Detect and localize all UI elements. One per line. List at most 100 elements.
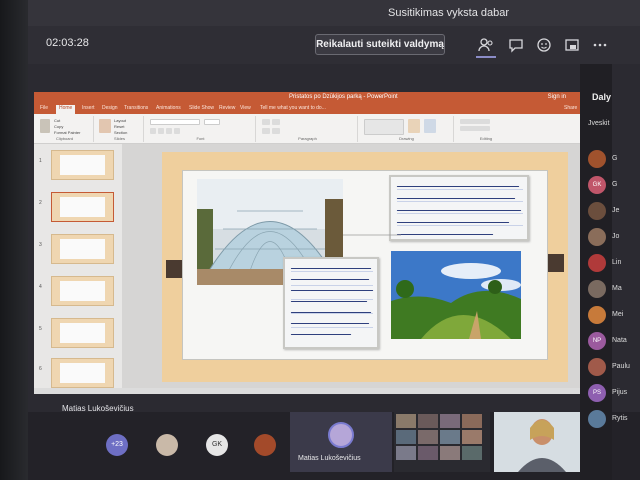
align-left-icon[interactable] <box>262 128 270 134</box>
participant-list-avatar[interactable] <box>588 150 606 168</box>
slide-number: 2 <box>39 200 42 206</box>
participant-avatar-gk[interactable]: GK <box>206 434 228 456</box>
tell-me-box[interactable]: Tell me what you want to do... <box>260 105 326 111</box>
participant-list-name: Paulu <box>612 363 630 370</box>
share-tray-icon[interactable] <box>564 37 580 53</box>
participant-avatar[interactable] <box>156 434 178 456</box>
slide-number: 1 <box>39 158 42 164</box>
participant-search-input[interactable]: Jveskit <box>588 120 609 127</box>
photo-green-hills[interactable] <box>391 251 521 339</box>
font-name-select[interactable] <box>150 119 200 125</box>
tab-insert[interactable]: Insert <box>82 105 95 111</box>
participant-list-avatar[interactable]: GK <box>588 176 606 194</box>
copy-button[interactable]: Copy <box>54 124 63 129</box>
slide-thumbnail[interactable] <box>51 234 114 264</box>
bold-icon[interactable] <box>150 128 156 134</box>
cut-button[interactable]: Cut <box>54 118 60 123</box>
ppt-title-bar: Pristatos po Dzūkijos parką - PowerPoint… <box>34 92 606 104</box>
handwritten-note-top[interactable] <box>389 175 529 241</box>
participant-list-name: G <box>612 155 618 162</box>
tab-review[interactable]: Review <box>219 105 235 111</box>
gallery-video-tile[interactable] <box>394 412 490 472</box>
new-slide-icon[interactable] <box>99 119 111 133</box>
tile-participant-name: Matias Lukoševičius <box>298 455 361 462</box>
ppt-status-bar <box>34 388 606 394</box>
numbering-icon[interactable] <box>272 119 280 125</box>
participant-list-name: Nata <box>612 337 627 344</box>
arrange-icon[interactable] <box>408 119 420 133</box>
ribbon-group-editing: Editing <box>456 116 516 142</box>
layout-button[interactable]: Layout <box>114 118 126 123</box>
quick-styles-icon[interactable] <box>424 119 436 133</box>
ribbon-group-slides: Layout Reset Section Slides <box>96 116 144 142</box>
paste-icon[interactable] <box>40 119 50 133</box>
participant-list-avatar[interactable] <box>588 254 606 272</box>
tab-design[interactable]: Design <box>102 105 118 111</box>
ppt-share-button[interactable]: Share <box>564 105 577 111</box>
handwritten-note-center[interactable] <box>283 257 379 349</box>
ribbon-group-drawing: Drawing <box>360 116 454 142</box>
ppt-sign-in[interactable]: Sign in <box>548 94 566 100</box>
strikethrough-icon[interactable] <box>174 128 180 134</box>
webcam-video-tile[interactable] <box>494 412 590 472</box>
participant-list-avatar[interactable] <box>588 306 606 324</box>
reset-button[interactable]: Reset <box>114 124 124 129</box>
tab-animations[interactable]: Animations <box>156 105 181 111</box>
participant-list-avatar[interactable] <box>588 280 606 298</box>
tab-slide-show[interactable]: Slide Show <box>189 105 214 111</box>
participant-list-name: Ma <box>612 285 622 292</box>
tab-file[interactable]: File <box>40 105 48 111</box>
slide-content-frame <box>182 170 548 360</box>
underline-icon[interactable] <box>166 128 172 134</box>
people-icon[interactable] <box>476 37 496 58</box>
participant-list-avatar[interactable]: NP <box>588 332 606 350</box>
request-control-button[interactable]: Reikalauti suteikti valdymą <box>315 34 445 55</box>
tab-view[interactable]: View <box>240 105 251 111</box>
find-button[interactable] <box>460 119 490 124</box>
shapes-gallery[interactable] <box>364 119 404 135</box>
meeting-status-title: Susitikimas vyksta dabar <box>388 7 510 19</box>
reactions-icon[interactable] <box>536 37 552 53</box>
replace-button[interactable] <box>460 126 490 131</box>
slide-number: 5 <box>39 326 42 332</box>
participant-list-avatar[interactable]: PS <box>588 384 606 402</box>
slide-thumbnail[interactable] <box>51 318 114 348</box>
slide-thumbnail[interactable] <box>51 150 114 180</box>
tab-home[interactable]: Home <box>56 105 76 114</box>
slide-thumbnail[interactable] <box>51 276 114 306</box>
more-options-icon[interactable] <box>592 37 608 53</box>
ppt-ribbon-tabs: File Home Insert Design Transitions Anim… <box>34 104 606 114</box>
slide-number: 6 <box>39 366 42 372</box>
slide-thumbnail[interactable] <box>51 358 114 388</box>
slide-editing-canvas <box>122 144 606 388</box>
format-painter-button[interactable]: Format Painter <box>54 130 80 135</box>
ribbon-group-label: Editing <box>479 136 493 141</box>
chat-icon[interactable] <box>508 37 524 53</box>
ribbon-group-clipboard: Cut Copy Format Painter Clipboard <box>36 116 94 142</box>
active-speaker-tile[interactable]: Matias Lukoševičius <box>290 412 392 472</box>
participant-list-name: Lin <box>612 259 622 266</box>
participant-list-avatar[interactable] <box>588 410 606 428</box>
participant-list-avatar[interactable] <box>588 358 606 376</box>
bullets-icon[interactable] <box>262 119 270 125</box>
participant-list-name: Pijus <box>612 389 628 396</box>
slide-thumbnail-selected[interactable] <box>51 192 114 222</box>
teams-window: Susitikimas vyksta dabar 02:03:28 Reikal… <box>28 0 640 480</box>
current-slide[interactable] <box>162 152 568 382</box>
shared-screen: Pristatos po Dzūkijos parką - PowerPoint… <box>34 92 606 394</box>
ribbon-group-font: Font <box>146 116 256 142</box>
tab-transitions[interactable]: Transitions <box>124 105 148 111</box>
slide-thumbnail-pane: 1 2 3 4 5 6 <box>34 144 122 388</box>
font-size-select[interactable] <box>204 119 220 125</box>
overflow-participants-badge[interactable]: +23 <box>106 434 128 456</box>
italic-icon[interactable] <box>158 128 164 134</box>
ribbon-group-label: Font <box>196 136 205 141</box>
participant-avatar[interactable] <box>254 434 276 456</box>
align-center-icon[interactable] <box>272 128 280 134</box>
ribbon-group-label: Slides <box>114 136 125 141</box>
teams-title-bar: Susitikimas vyksta dabar <box>28 0 640 26</box>
call-timer: 02:03:28 <box>46 37 89 49</box>
participant-list-avatar[interactable] <box>588 228 606 246</box>
section-button[interactable]: Section <box>114 130 127 135</box>
participant-list-avatar[interactable] <box>588 202 606 220</box>
